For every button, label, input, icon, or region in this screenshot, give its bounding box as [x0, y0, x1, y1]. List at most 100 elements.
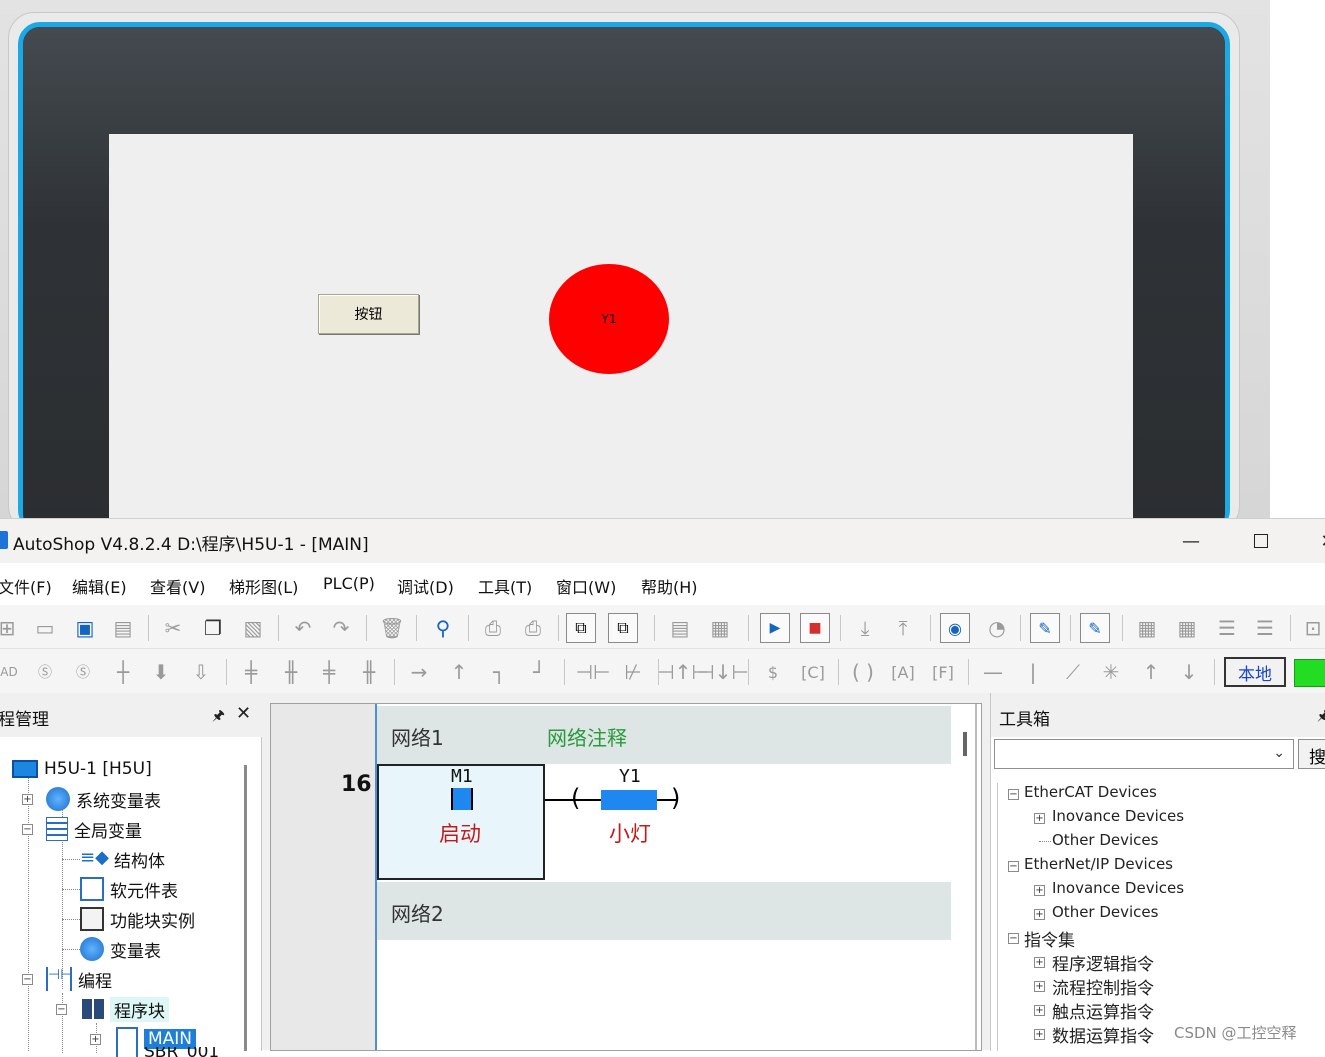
parallel-branch-icon[interactable]: ╪ — [236, 657, 266, 687]
line-up-icon[interactable]: ┘ — [524, 657, 554, 687]
rising-edge-icon[interactable]: ⊣↑⊢ — [657, 657, 709, 687]
monitor-icon[interactable]: ◉ — [940, 613, 970, 643]
splitter[interactable] — [975, 704, 977, 1050]
distribute-icon[interactable]: ☰ — [1250, 613, 1280, 643]
menu-ladder[interactable]: 梯形图(L) — [229, 574, 298, 598]
ad-icon[interactable]: AD — [0, 657, 24, 687]
cut-icon[interactable]: ✂ — [158, 613, 188, 643]
delete-hline-icon[interactable]: ⟋ — [1058, 657, 1088, 687]
ladder-editor[interactable]: 网络1 网络注释 16 M1 启动 ( Y1 ) 小灯 网络2 — [270, 703, 982, 1051]
compile-icon[interactable]: ▤ — [665, 613, 695, 643]
maximize-button[interactable] — [1238, 519, 1284, 563]
parallel-branch-3-icon[interactable]: ╪ — [314, 657, 344, 687]
collapse-icon[interactable]: − — [56, 1004, 67, 1015]
save-all-icon[interactable]: ▤ — [108, 613, 138, 643]
insert-down-outline-icon[interactable]: ⇩ — [186, 657, 216, 687]
expand-icon[interactable]: + — [1034, 885, 1045, 896]
scrollbar[interactable] — [963, 732, 967, 756]
collapse-icon[interactable]: − — [1008, 861, 1019, 872]
menu-edit[interactable]: 编辑(E) — [72, 574, 127, 598]
menu-window[interactable]: 窗口(W) — [556, 574, 616, 598]
menu-plc[interactable]: PLC(P) — [323, 574, 375, 593]
coil-symbol[interactable] — [601, 790, 657, 810]
pin-icon[interactable]: 🖈 — [212, 705, 225, 729]
tree-item-sbr[interactable]: SBR_001 — [116, 1047, 219, 1057]
line-down-icon[interactable]: ┐ — [484, 657, 514, 687]
toolbox-search-button[interactable]: 搜 — [1298, 739, 1325, 769]
contact-symbol[interactable] — [451, 788, 473, 810]
insert-down-icon[interactable]: ⬇ — [146, 657, 176, 687]
redo-icon[interactable]: ↷ — [326, 613, 356, 643]
minimize-button[interactable]: — — [1168, 519, 1214, 563]
parallel-branch-2-icon[interactable]: ╫ — [276, 657, 306, 687]
align-icon[interactable]: ☰ — [1212, 613, 1242, 643]
menu-file[interactable]: 文件(F) — [0, 574, 52, 598]
pin-icon[interactable]: 🖈 — [1317, 705, 1325, 729]
function-block-f-icon[interactable]: [F] — [928, 657, 958, 687]
collapse-icon[interactable]: − — [22, 974, 33, 985]
expand-icon[interactable]: + — [1034, 1029, 1045, 1040]
tree-item-programming[interactable]: ⊣⊢ 编程 — [46, 965, 112, 993]
network-2-header[interactable]: 网络2 — [377, 882, 951, 940]
window-cascade-icon[interactable]: ⧉ — [566, 613, 596, 643]
monitor-timer-icon[interactable]: ◔ — [982, 613, 1012, 643]
tree-item-system-vars[interactable]: 系统变量表 — [46, 785, 161, 813]
expand-icon[interactable]: + — [1034, 957, 1045, 968]
toolbox-node-ethernetip[interactable]: EtherNet/IP Devices — [1024, 855, 1173, 877]
compare-contact-icon[interactable]: [C] — [798, 657, 828, 687]
move-down-icon[interactable]: ↓ — [1174, 657, 1204, 687]
network-icon[interactable]: ⊡ — [1298, 613, 1325, 643]
print-icon[interactable]: ⎙ — [518, 613, 548, 643]
edit-mode-icon[interactable]: ✎ — [1080, 613, 1110, 643]
instruction-s-icon[interactable]: Ⓢ — [30, 657, 60, 687]
expand-icon[interactable]: + — [1034, 909, 1045, 920]
new-file-icon[interactable]: ⊞ — [0, 613, 22, 643]
tree-item-device-table[interactable]: 软元件表 — [80, 875, 178, 903]
toolbox-node-data[interactable]: 数据运算指令 — [1052, 1022, 1154, 1047]
instruction-s2-icon[interactable]: Ⓢ — [68, 657, 98, 687]
horizontal-line-icon[interactable]: → — [404, 657, 434, 687]
function-block-a-icon[interactable]: [A] — [888, 657, 918, 687]
menu-debug[interactable]: 调试(D) — [397, 574, 454, 598]
network-comment[interactable]: 网络注释 — [547, 722, 627, 751]
collapse-icon[interactable]: − — [1008, 933, 1019, 944]
paste-icon[interactable]: ▧ — [238, 613, 268, 643]
collapse-icon[interactable]: − — [1008, 789, 1019, 800]
search-icon[interactable]: ⚲ — [428, 613, 458, 643]
run-icon[interactable]: ▶ — [760, 613, 790, 643]
parallel-branch-4-icon[interactable]: ╫ — [354, 657, 384, 687]
compile-all-icon[interactable]: ▦ — [705, 613, 735, 643]
expand-icon[interactable]: + — [1034, 813, 1045, 824]
expand-icon[interactable]: + — [1034, 1005, 1045, 1016]
no-contact-icon[interactable]: ⊣⊢ — [576, 657, 611, 687]
toolbox-node-contact[interactable]: 触点运算指令 — [1052, 998, 1154, 1023]
tree-item-struct[interactable]: ≡◆ 结构体 — [80, 845, 165, 873]
undo-icon[interactable]: ↶ — [288, 613, 318, 643]
copy-icon[interactable]: ❐ — [198, 613, 228, 643]
toolbox-node-flow[interactable]: 流程控制指令 — [1052, 974, 1154, 999]
print-preview-icon[interactable]: ⎙ — [478, 613, 508, 643]
vertical-line-icon[interactable]: ↑ — [444, 657, 474, 687]
menu-view[interactable]: 查看(V) — [150, 574, 205, 598]
panel-close-button[interactable]: ✕ — [236, 703, 251, 724]
toolbox-node-inovance[interactable]: Inovance Devices — [1052, 807, 1184, 829]
toolbox-node-ethercat[interactable]: EtherCAT Devices — [1024, 783, 1157, 805]
move-up-icon[interactable]: ↑ — [1136, 657, 1166, 687]
toolbox-node-other[interactable]: Other Devices — [1052, 903, 1158, 925]
download-icon[interactable]: ⤓ — [850, 613, 880, 643]
expand-icon[interactable]: + — [90, 1034, 101, 1045]
hmi-push-button[interactable]: 按钮 — [318, 294, 419, 334]
stop-icon[interactable]: ■ — [800, 613, 830, 643]
local-connection-button[interactable]: 本地 — [1224, 657, 1286, 687]
insert-branch-icon[interactable]: ┼ — [108, 657, 138, 687]
vline-draw-icon[interactable]: | — [1018, 657, 1048, 687]
hline-draw-icon[interactable]: — — [978, 657, 1008, 687]
toolbox-node-other[interactable]: Other Devices — [1052, 831, 1158, 853]
falling-edge-icon[interactable]: ⊣↓⊢ — [697, 657, 749, 687]
toolbox-filter-select[interactable]: ⌄ — [994, 739, 1294, 769]
tree-root[interactable]: H5U-1 [H5U] — [12, 755, 152, 783]
toolbox-node-logic[interactable]: 程序逻辑指令 — [1052, 950, 1154, 975]
expand-icon[interactable]: + — [22, 794, 33, 805]
menu-help[interactable]: 帮助(H) — [641, 574, 698, 598]
delete-vline-icon[interactable]: ✳ — [1096, 657, 1126, 687]
